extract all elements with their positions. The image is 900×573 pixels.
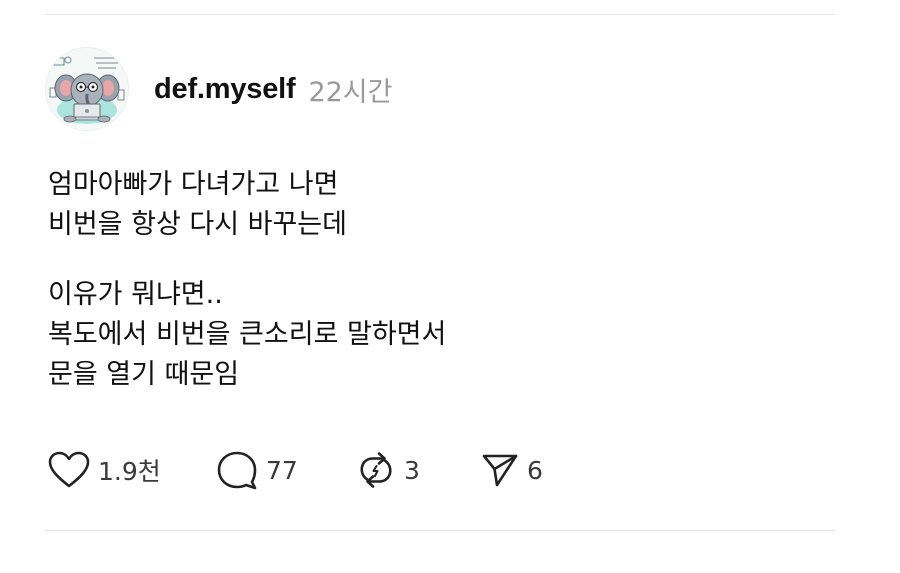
post-line: 이유가 뭐냐면..: [48, 279, 223, 310]
elephant-avatar-icon: [46, 48, 128, 130]
post-time: 22시간: [308, 76, 393, 108]
comment-button[interactable]: 77: [216, 450, 356, 490]
like-button[interactable]: 1.9천: [48, 451, 216, 489]
comment-icon: [217, 451, 257, 490]
share-count: 6: [527, 455, 543, 485]
send-icon: [482, 454, 518, 487]
post-actions: 1.9천 77 3 6: [48, 448, 561, 492]
comment-count: 77: [266, 455, 298, 485]
repost-button[interactable]: 3: [356, 450, 481, 490]
like-count: 1.9천: [98, 457, 161, 486]
share-button[interactable]: 6: [481, 451, 561, 489]
thread-post: def.myself 22시간 엄마아빠가 다녀가고 나면 비번을 항상 다시 …: [45, 15, 835, 530]
repost-icon: [360, 452, 392, 488]
post-line: 복도에서 비번을 큰소리로 말하면서: [48, 319, 447, 350]
post-line: 문을 열기 때문임: [48, 359, 240, 390]
bottom-divider: [45, 530, 835, 531]
post-line: 비번을 항상 다시 바꾸는데: [48, 209, 347, 240]
post-line: 엄마아빠가 다녀가고 나면: [48, 169, 339, 200]
heart-icon: [48, 451, 90, 488]
post-body: 엄마아빠가 다녀가고 나면 비번을 항상 다시 바꾸는데 이유가 뭐냐면.. 복…: [48, 165, 446, 395]
repost-count: 3: [404, 455, 420, 485]
post-paragraph: 엄마아빠가 다녀가고 나면 비번을 항상 다시 바꾸는데: [48, 165, 446, 245]
post-paragraph: 이유가 뭐냐면.. 복도에서 비번을 큰소리로 말하면서 문을 열기 때문임: [48, 275, 446, 395]
username[interactable]: def.myself: [154, 73, 296, 106]
avatar[interactable]: [45, 47, 129, 131]
post-header: def.myself 22시간: [45, 47, 393, 131]
